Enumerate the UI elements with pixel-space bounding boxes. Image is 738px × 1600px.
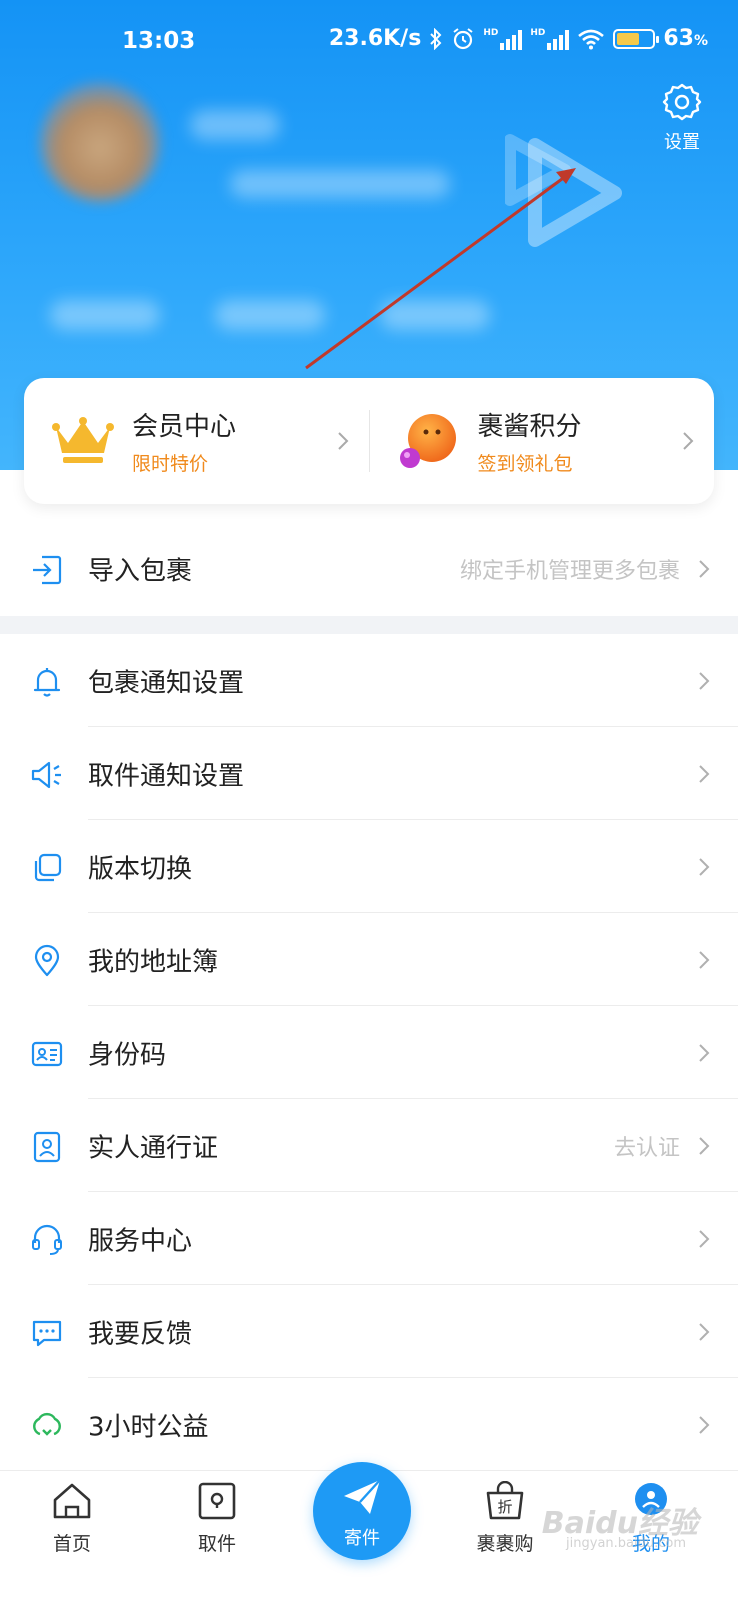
section-divider xyxy=(0,616,738,634)
chevron-right-icon xyxy=(683,432,694,450)
chevron-right-icon xyxy=(699,950,710,969)
alarm-icon xyxy=(453,27,473,49)
signal-icon-2: HD xyxy=(530,28,570,50)
headset-icon xyxy=(32,1224,62,1255)
chevron-right-icon xyxy=(337,432,348,450)
status-time: 13:03 xyxy=(122,28,196,54)
member-center-title: 会员中心 xyxy=(132,412,237,442)
battery-percent: 63% xyxy=(663,26,708,51)
gear-icon xyxy=(662,83,702,121)
stat-blurred-3 xyxy=(380,300,490,330)
menu-item-feedback[interactable]: 我要反馈 xyxy=(0,1285,738,1378)
svg-text:折: 折 xyxy=(497,1498,512,1516)
points-entry[interactable]: 裹酱积分 签到领礼包 xyxy=(370,378,715,504)
network-speed: 23.6K/s xyxy=(328,26,422,51)
menu-item-label: 实人通行证 xyxy=(88,1133,219,1163)
menu-item-label: 身份码 xyxy=(88,1040,167,1070)
tab-pickup[interactable]: 取件 xyxy=(162,1481,272,1556)
bell-icon xyxy=(33,667,61,697)
menu-item-label: 我要反馈 xyxy=(88,1319,193,1349)
import-icon xyxy=(33,555,62,584)
battery-icon xyxy=(613,28,660,49)
chevron-right-icon xyxy=(699,1322,710,1341)
menu-item-package-notify[interactable]: 包裹通知设置 xyxy=(0,634,738,727)
member-center-subtitle: 限时特价 xyxy=(132,453,209,475)
import-package-row[interactable]: 导入包裹 绑定手机管理更多包裹 xyxy=(0,522,738,615)
menu-item-identity-code[interactable]: 身份码 xyxy=(0,1006,738,1099)
id-card-icon xyxy=(31,1041,63,1066)
menu-item-label: 版本切换 xyxy=(88,854,193,884)
send-package-button[interactable]: 寄件 xyxy=(313,1462,411,1560)
points-title: 裹酱积分 xyxy=(477,412,582,442)
speaker-icon xyxy=(31,761,61,788)
locker-icon xyxy=(198,1482,236,1520)
menu-item-charity[interactable]: 3小时公益 xyxy=(0,1378,738,1471)
mascot-icon xyxy=(399,414,456,468)
menu-item-label: 3小时公益 xyxy=(88,1412,209,1442)
send-label: 寄件 xyxy=(344,1528,380,1549)
menu-item-label: 包裹通知设置 xyxy=(88,668,245,698)
chevron-right-icon xyxy=(699,559,710,578)
menu-item-service-center[interactable]: 服务中心 xyxy=(0,1192,738,1285)
switch-icon xyxy=(34,853,62,881)
user-info-blurred xyxy=(230,170,450,198)
chevron-right-icon xyxy=(699,671,710,690)
charity-icon xyxy=(33,1412,61,1436)
watermark-url: jingyan.baidu.com xyxy=(566,1536,686,1551)
chevron-right-icon xyxy=(699,764,710,783)
bluetooth-icon xyxy=(430,27,442,50)
wifi-icon xyxy=(578,29,605,49)
chevron-right-icon xyxy=(699,1136,710,1155)
menu-item-label: 取件通知设置 xyxy=(88,761,245,791)
menu-item-real-person-pass[interactable]: 实人通行证 去认证 xyxy=(0,1099,738,1192)
menu-item-version-switch[interactable]: 版本切换 xyxy=(0,820,738,913)
verify-hint: 去认证 xyxy=(613,1135,680,1161)
tab-label: 首页 xyxy=(52,1533,91,1555)
tab-label: 取件 xyxy=(197,1533,236,1555)
menu-item-pickup-notify[interactable]: 取件通知设置 xyxy=(0,727,738,820)
stat-blurred-2 xyxy=(215,300,325,330)
benefits-card: 会员中心 限时特价 裹酱积分 签到领礼包 xyxy=(24,378,714,504)
location-pin-icon xyxy=(34,944,60,976)
settings-label: 设置 xyxy=(664,132,700,153)
paper-plane-icon xyxy=(344,1479,381,1514)
chat-icon xyxy=(32,1320,62,1346)
home-icon xyxy=(53,1483,91,1519)
import-package-label: 导入包裹 xyxy=(88,556,193,586)
signal-icon-1: HD xyxy=(483,28,523,50)
chevron-right-icon xyxy=(699,1415,710,1434)
status-indicators: 23.6K/s HD HD 63% xyxy=(329,26,708,51)
chevron-right-icon xyxy=(699,1229,710,1248)
stat-blurred-1 xyxy=(50,300,160,330)
points-subtitle: 签到领礼包 xyxy=(477,453,573,475)
chevron-right-icon xyxy=(699,857,710,876)
person-badge-icon xyxy=(33,1131,61,1162)
crown-icon xyxy=(52,417,114,463)
shopping-bag-icon: 折 xyxy=(486,1480,524,1520)
member-center-entry[interactable]: 会员中心 限时特价 xyxy=(24,378,369,504)
menu-item-label: 我的地址簿 xyxy=(88,947,219,977)
tab-home[interactable]: 首页 xyxy=(17,1481,127,1556)
username-blurred xyxy=(190,110,280,140)
settings-button[interactable]: 设置 xyxy=(652,82,712,154)
avatar[interactable] xyxy=(40,82,160,202)
menu-item-label: 服务中心 xyxy=(88,1226,193,1256)
menu-item-address-book[interactable]: 我的地址簿 xyxy=(0,913,738,1006)
chevron-right-icon xyxy=(699,1043,710,1062)
status-bar: 13:03 23.6K/s HD HD 63% xyxy=(0,0,738,84)
import-package-hint: 绑定手机管理更多包裹 xyxy=(459,558,680,584)
play-icon-decoration xyxy=(505,134,622,247)
